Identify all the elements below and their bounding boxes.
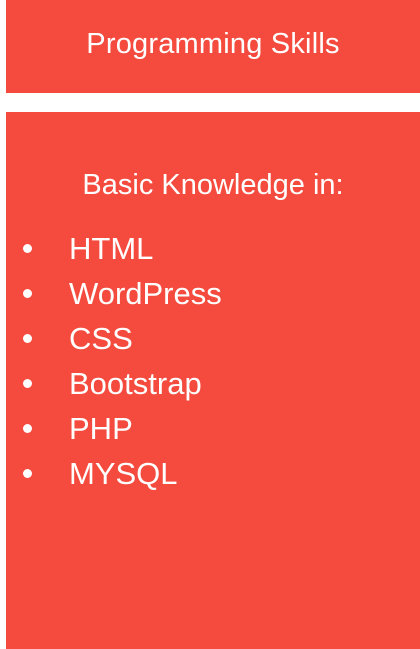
- list-item: HTML: [6, 226, 420, 271]
- bullet-icon: [23, 243, 32, 253]
- page-title: Programming Skills: [86, 28, 340, 60]
- list-item: Bootstrap: [6, 361, 420, 406]
- bullet-icon: [23, 378, 32, 388]
- list-item: MYSQL: [6, 451, 420, 496]
- bullet-icon: [23, 468, 32, 478]
- header-banner: Programming Skills: [6, 0, 420, 93]
- list-item: PHP: [6, 406, 420, 451]
- panel-heading: Basic Knowledge in:: [82, 169, 344, 201]
- skill-list: HTML WordPress CSS Bootstrap PHP MYSQL: [6, 226, 420, 496]
- skill-label: HTML: [69, 231, 154, 266]
- bullet-icon: [23, 288, 32, 298]
- skill-label: CSS: [69, 321, 133, 356]
- skills-panel: Basic Knowledge in: HTML WordPress CSS B…: [6, 112, 420, 649]
- skill-label: MYSQL: [69, 456, 178, 491]
- skill-label: WordPress: [69, 276, 222, 311]
- bullet-icon: [23, 333, 32, 343]
- skill-label: PHP: [69, 411, 133, 446]
- skill-label: Bootstrap: [69, 366, 202, 401]
- list-item: CSS: [6, 316, 420, 361]
- bullet-icon: [23, 423, 32, 433]
- list-item: WordPress: [6, 271, 420, 316]
